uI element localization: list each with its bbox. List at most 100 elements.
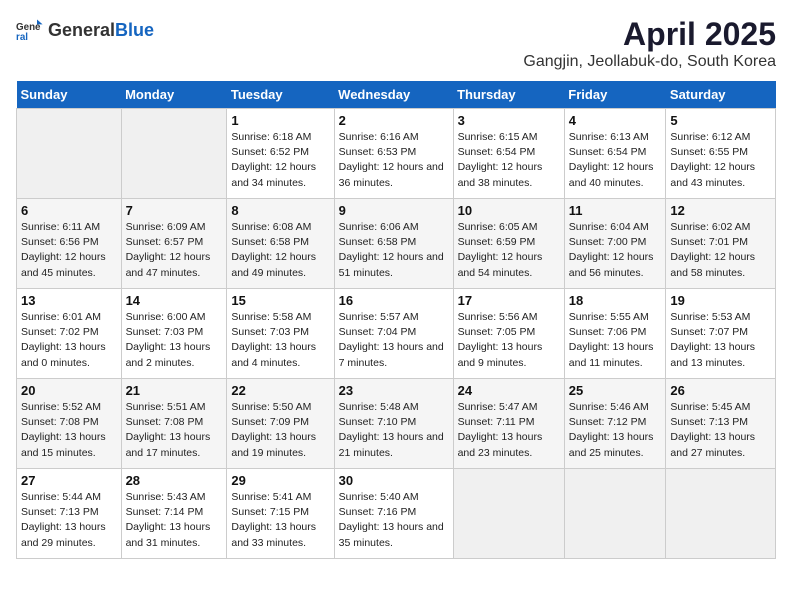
calendar-cell: 16 Sunrise: 5:57 AM Sunset: 7:04 PM Dayli… (334, 289, 453, 379)
day-number: 24 (458, 383, 560, 398)
day-of-week-header: Tuesday (227, 81, 334, 109)
day-info: Sunrise: 6:12 AM Sunset: 6:55 PM Dayligh… (670, 130, 771, 191)
calendar-cell: 9 Sunrise: 6:06 AM Sunset: 6:58 PM Daylig… (334, 199, 453, 289)
day-number: 28 (126, 473, 223, 488)
calendar-cell: 14Sunrise: 6:00 AM Sunset: 7:03 PM Dayli… (121, 289, 227, 379)
day-info: Sunrise: 6:13 AM Sunset: 6:54 PM Dayligh… (569, 130, 662, 191)
day-info: Sunrise: 6:04 AM Sunset: 7:00 PM Dayligh… (569, 220, 662, 281)
day-info: Sunrise: 6:16 AM Sunset: 6:53 PM Dayligh… (339, 130, 449, 191)
day-number: 3 (458, 113, 560, 128)
day-number: 29 (231, 473, 329, 488)
day-number: 25 (569, 383, 662, 398)
day-of-week-header: Saturday (666, 81, 776, 109)
logo-general-text: General (48, 20, 115, 41)
calendar-cell: 21 Sunrise: 5:51 AM Sunset: 7:08 PM Dayli… (121, 379, 227, 469)
day-info: Sunrise: 6:08 AM Sunset: 6:58 PM Dayligh… (231, 220, 329, 281)
day-number: 6 (21, 203, 117, 218)
calendar-cell: 17Sunrise: 5:56 AM Sunset: 7:05 PM Dayli… (453, 289, 564, 379)
day-number: 23 (339, 383, 449, 398)
calendar-cell: 13Sunrise: 6:01 AM Sunset: 7:02 PM Dayli… (17, 289, 122, 379)
calendar-cell: 27 Sunrise: 5:44 AM Sunset: 7:13 PM Dayli… (17, 469, 122, 559)
day-info: Sunrise: 5:53 AM Sunset: 7:07 PM Dayligh… (670, 310, 771, 371)
calendar-cell: 10 Sunrise: 6:05 AM Sunset: 6:59 PM Dayli… (453, 199, 564, 289)
calendar-cell: 15 Sunrise: 5:58 AM Sunset: 7:03 PM Dayli… (227, 289, 334, 379)
day-number: 22 (231, 383, 329, 398)
day-info: Sunrise: 6:15 AM Sunset: 6:54 PM Dayligh… (458, 130, 560, 191)
day-number: 18 (569, 293, 662, 308)
day-number: 9 (339, 203, 449, 218)
day-number: 7 (126, 203, 223, 218)
calendar-cell: 2Sunrise: 6:16 AM Sunset: 6:53 PM Daylig… (334, 109, 453, 199)
calendar-week-row: 20 Sunrise: 5:52 AM Sunset: 7:08 PM Dayli… (17, 379, 776, 469)
day-info: Sunrise: 5:47 AM Sunset: 7:11 PM Dayligh… (458, 400, 560, 461)
calendar-cell: 29Sunrise: 5:41 AM Sunset: 7:15 PM Dayli… (227, 469, 334, 559)
day-of-week-header: Friday (564, 81, 666, 109)
logo: Gene ral GeneralBlue (16, 16, 154, 44)
day-info: Sunrise: 5:51 AM Sunset: 7:08 PM Dayligh… (126, 400, 223, 461)
calendar-cell (453, 469, 564, 559)
day-number: 27 (21, 473, 117, 488)
day-info: Sunrise: 5:57 AM Sunset: 7:04 PM Dayligh… (339, 310, 449, 371)
day-of-week-header: Monday (121, 81, 227, 109)
day-info: Sunrise: 6:09 AM Sunset: 6:57 PM Dayligh… (126, 220, 223, 281)
calendar-cell: 4 Sunrise: 6:13 AM Sunset: 6:54 PM Daylig… (564, 109, 666, 199)
day-info: Sunrise: 6:05 AM Sunset: 6:59 PM Dayligh… (458, 220, 560, 281)
calendar-cell: 25 Sunrise: 5:46 AM Sunset: 7:12 PM Dayli… (564, 379, 666, 469)
page-header: Gene ral GeneralBlue April 2025 Gangjin,… (16, 16, 776, 71)
day-of-week-header: Sunday (17, 81, 122, 109)
calendar-week-row: 6 Sunrise: 6:11 AM Sunset: 6:56 PM Daylig… (17, 199, 776, 289)
calendar-cell: 22Sunrise: 5:50 AM Sunset: 7:09 PM Dayli… (227, 379, 334, 469)
day-number: 21 (126, 383, 223, 398)
calendar-cell: 20 Sunrise: 5:52 AM Sunset: 7:08 PM Dayli… (17, 379, 122, 469)
day-info: Sunrise: 5:58 AM Sunset: 7:03 PM Dayligh… (231, 310, 329, 371)
logo-icon: Gene ral (16, 16, 44, 44)
subtitle: Gangjin, Jeollabuk-do, South Korea (523, 53, 776, 71)
day-info: Sunrise: 5:44 AM Sunset: 7:13 PM Dayligh… (21, 490, 117, 551)
logo-blue-text: Blue (115, 20, 154, 41)
day-number: 11 (569, 203, 662, 218)
title-area: April 2025 Gangjin, Jeollabuk-do, South … (523, 16, 776, 71)
day-number: 16 (339, 293, 449, 308)
day-info: Sunrise: 6:18 AM Sunset: 6:52 PM Dayligh… (231, 130, 329, 191)
calendar-cell: 24 Sunrise: 5:47 AM Sunset: 7:11 PM Dayli… (453, 379, 564, 469)
day-info: Sunrise: 5:43 AM Sunset: 7:14 PM Dayligh… (126, 490, 223, 551)
calendar-cell: 12 Sunrise: 6:02 AM Sunset: 7:01 PM Dayli… (666, 199, 776, 289)
calendar-cell (666, 469, 776, 559)
main-title: April 2025 (523, 16, 776, 53)
day-info: Sunrise: 6:02 AM Sunset: 7:01 PM Dayligh… (670, 220, 771, 281)
calendar-cell: 30Sunrise: 5:40 AM Sunset: 7:16 PM Dayli… (334, 469, 453, 559)
day-info: Sunrise: 6:06 AM Sunset: 6:58 PM Dayligh… (339, 220, 449, 281)
calendar-week-row: 1Sunrise: 6:18 AM Sunset: 6:52 PM Daylig… (17, 109, 776, 199)
calendar-cell: 26Sunrise: 5:45 AM Sunset: 7:13 PM Dayli… (666, 379, 776, 469)
day-number: 30 (339, 473, 449, 488)
day-info: Sunrise: 5:55 AM Sunset: 7:06 PM Dayligh… (569, 310, 662, 371)
day-of-week-header: Thursday (453, 81, 564, 109)
day-of-week-header: Wednesday (334, 81, 453, 109)
calendar-cell: 8 Sunrise: 6:08 AM Sunset: 6:58 PM Daylig… (227, 199, 334, 289)
day-info: Sunrise: 5:56 AM Sunset: 7:05 PM Dayligh… (458, 310, 560, 371)
calendar-cell: 23 Sunrise: 5:48 AM Sunset: 7:10 PM Dayli… (334, 379, 453, 469)
day-info: Sunrise: 5:46 AM Sunset: 7:12 PM Dayligh… (569, 400, 662, 461)
calendar-cell: 11 Sunrise: 6:04 AM Sunset: 7:00 PM Dayli… (564, 199, 666, 289)
calendar-cell: 19 Sunrise: 5:53 AM Sunset: 7:07 PM Dayli… (666, 289, 776, 379)
calendar-cell (17, 109, 122, 199)
day-number: 13 (21, 293, 117, 308)
day-number: 15 (231, 293, 329, 308)
day-number: 20 (21, 383, 117, 398)
day-number: 5 (670, 113, 771, 128)
day-number: 10 (458, 203, 560, 218)
day-info: Sunrise: 5:48 AM Sunset: 7:10 PM Dayligh… (339, 400, 449, 461)
day-info: Sunrise: 6:11 AM Sunset: 6:56 PM Dayligh… (21, 220, 117, 281)
calendar-cell: 1Sunrise: 6:18 AM Sunset: 6:52 PM Daylig… (227, 109, 334, 199)
day-info: Sunrise: 5:52 AM Sunset: 7:08 PM Dayligh… (21, 400, 117, 461)
calendar-cell: 5 Sunrise: 6:12 AM Sunset: 6:55 PM Daylig… (666, 109, 776, 199)
day-number: 12 (670, 203, 771, 218)
day-info: Sunrise: 5:45 AM Sunset: 7:13 PM Dayligh… (670, 400, 771, 461)
day-number: 8 (231, 203, 329, 218)
day-number: 19 (670, 293, 771, 308)
calendar-table: SundayMondayTuesdayWednesdayThursdayFrid… (16, 81, 776, 559)
calendar-cell: 28 Sunrise: 5:43 AM Sunset: 7:14 PM Dayli… (121, 469, 227, 559)
calendar-week-row: 13Sunrise: 6:01 AM Sunset: 7:02 PM Dayli… (17, 289, 776, 379)
day-number: 4 (569, 113, 662, 128)
calendar-cell (564, 469, 666, 559)
